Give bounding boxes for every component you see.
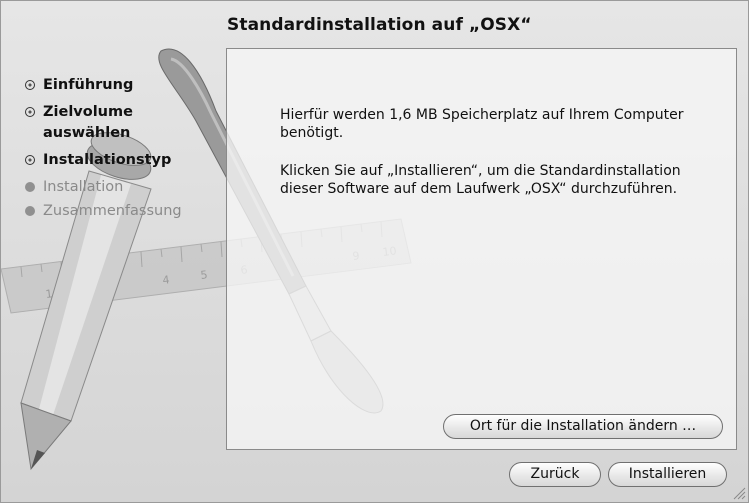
step-introduction: Einführung: [25, 75, 182, 96]
back-button[interactable]: Zurück: [509, 462, 601, 487]
step-label: Zusammenfassung: [43, 203, 182, 219]
install-instructions-text: Klicken Sie auf „Installieren“, um die S…: [280, 163, 681, 197]
step-complete-bullet-icon: [25, 80, 35, 90]
change-install-location-button[interactable]: Ort für die Installation ändern …: [443, 414, 723, 439]
step-label: Installation: [43, 179, 124, 195]
install-button[interactable]: Installieren: [608, 462, 727, 487]
resize-grip-icon[interactable]: [732, 486, 746, 500]
step-pending-bullet-icon: [25, 182, 35, 192]
step-summary: Zusammenfassung: [25, 201, 182, 222]
step-destination-select: Zielvolume auswählen: [25, 102, 182, 144]
installer-title: Standardinstallation auf „OSX“: [227, 15, 532, 35]
step-current-bullet-icon: [25, 155, 35, 165]
step-installation-type: Installationstyp: [25, 150, 182, 171]
step-label: Zielvolume auswählen: [43, 104, 133, 141]
content-panel: Hierfür werden 1,6 MB Speicherplatz auf …: [226, 48, 737, 450]
step-pending-bullet-icon: [25, 206, 35, 216]
disk-space-text: Hierfür werden 1,6 MB Speicherplatz auf …: [280, 107, 684, 141]
installer-window: 1 4 5 6 9 10 Standardinstallation auf „O…: [0, 0, 749, 503]
step-installation: Installation: [25, 177, 182, 198]
installer-steps-list: Einführung Zielvolume auswählen Installa…: [25, 75, 182, 228]
step-label: Einführung: [43, 77, 134, 93]
step-complete-bullet-icon: [25, 107, 35, 117]
step-label: Installationstyp: [43, 152, 172, 168]
